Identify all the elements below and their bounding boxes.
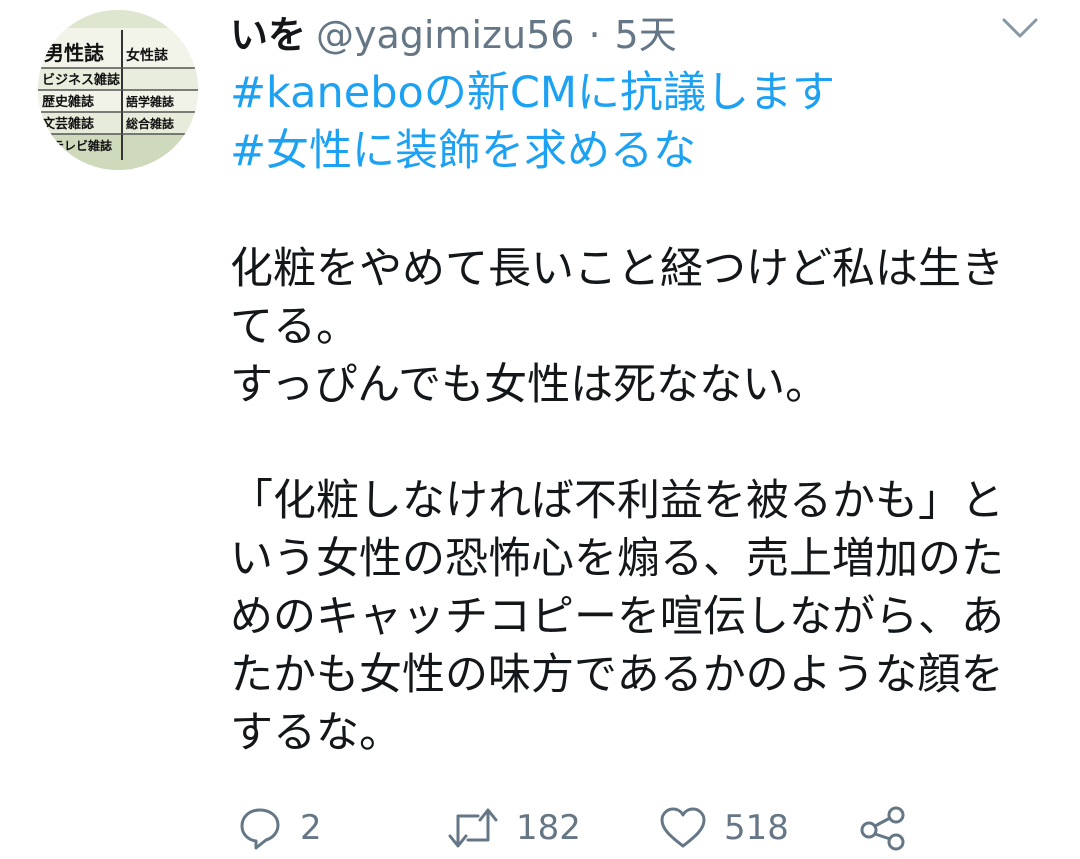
author-name[interactable]: いを: [230, 12, 306, 58]
tweet-text-line: いう女性の恐怖心を煽る、売上増加のた: [230, 534, 1004, 584]
svg-text:歴史雑誌: 歴史雑誌: [42, 94, 94, 110]
share-icon: [860, 806, 905, 851]
tweet-text-line: すっぴんでも女性は死なない。: [230, 360, 829, 410]
tweet-text: 化粧をやめて長いこと経つけど私は生き てる。 すっぴんでも女性は死なない。 「化…: [230, 240, 1050, 762]
retweet-button[interactable]: 182: [446, 800, 581, 856]
avatar-image: 男性誌 女性誌 ビジネス雑誌 歴史雑誌 語学雑誌 文芸雑誌 総合雑誌 テレビ雑誌: [38, 10, 198, 170]
hashtag-list: #kaneboの新CMに抗議します #女性に装飾を求めるな: [230, 64, 835, 180]
share-button[interactable]: [858, 800, 908, 856]
tweet-text-line: たかも女性の味方であるかのような顔を: [230, 650, 1004, 700]
like-icon: [660, 807, 706, 848]
reply-icon: [240, 808, 280, 850]
separator-dot: ·: [588, 13, 601, 57]
like-count: 518: [724, 808, 789, 848]
reply-button[interactable]: 2: [236, 800, 322, 856]
svg-text:ビジネス雑誌: ビジネス雑誌: [42, 72, 120, 88]
tweet-text-line: てる。: [230, 302, 359, 352]
svg-text:女性誌: 女性誌: [126, 47, 168, 64]
tweet-text-line: 化粧をやめて長いこと経つけど私は生き: [230, 244, 1004, 294]
avatar[interactable]: 男性誌 女性誌 ビジネス雑誌 歴史雑誌 語学雑誌 文芸雑誌 総合雑誌 テレビ雑誌: [38, 10, 198, 170]
tweet-text-line: するな。: [230, 708, 402, 758]
svg-text:男性誌: 男性誌: [44, 41, 104, 65]
svg-text:文芸雑誌: 文芸雑誌: [42, 116, 94, 132]
svg-text:テレビ雑誌: テレビ雑誌: [52, 138, 112, 153]
hashtag-link[interactable]: #kaneboの新CMに抗議します: [230, 64, 835, 122]
tweet-text-line: めのキャッチコピーを喧伝しながら、あ: [230, 592, 1004, 642]
more-options-button[interactable]: [998, 14, 1042, 44]
tweet-text-line: 「化粧しなければ不利益を被るかも」と: [230, 476, 1004, 526]
caret-down-icon: [1002, 18, 1038, 38]
retweet-icon: [448, 808, 498, 848]
reply-count: 2: [300, 808, 322, 848]
author-handle[interactable]: @yagimizu56: [316, 12, 574, 58]
timestamp[interactable]: 5天: [615, 12, 677, 58]
hashtag-link[interactable]: #女性に装飾を求めるな: [230, 122, 835, 180]
svg-text:語学雑誌: 語学雑誌: [126, 94, 174, 109]
tweet-header: いを @yagimizu56 · 5天: [230, 12, 677, 58]
like-button[interactable]: 518: [658, 800, 789, 856]
retweet-count: 182: [516, 808, 581, 848]
tweet-actions: 2 182 518: [230, 800, 1080, 856]
svg-text:総合雑誌: 総合雑誌: [126, 116, 174, 131]
